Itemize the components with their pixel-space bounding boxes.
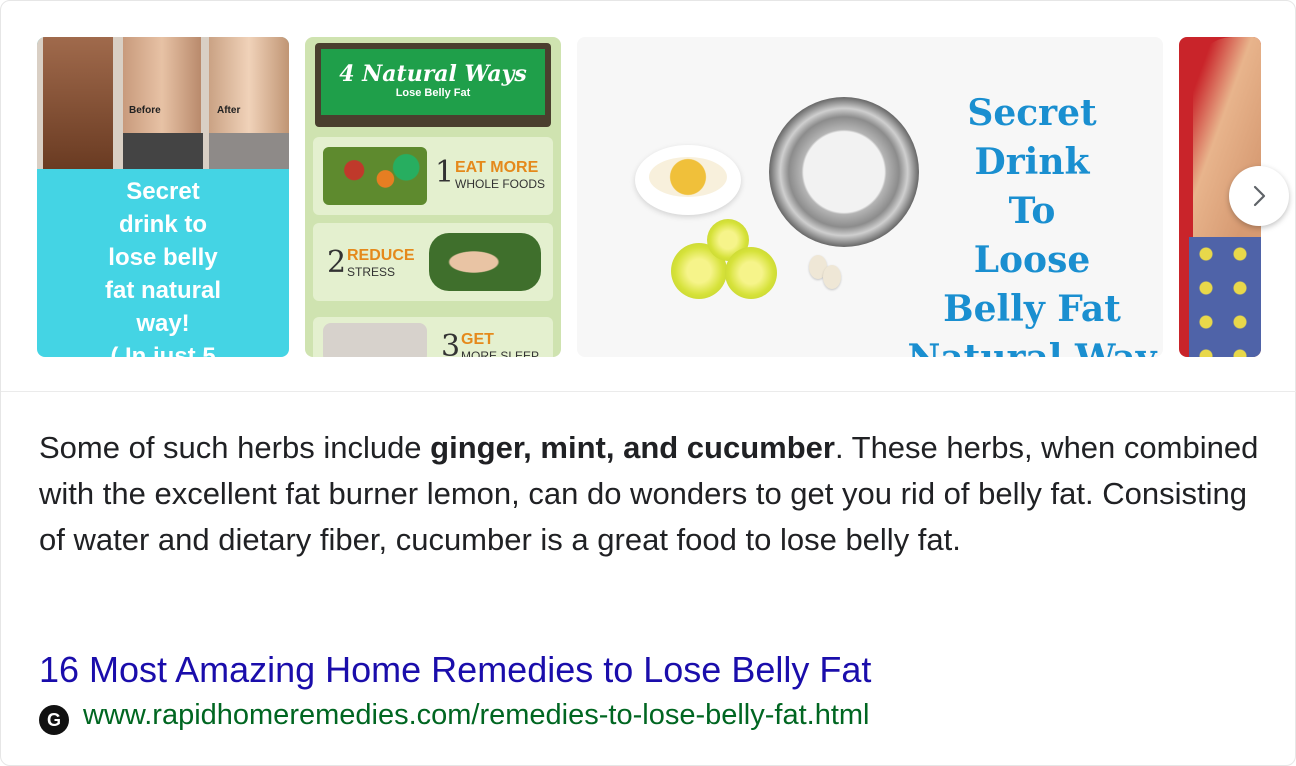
patterned-pants: [1189, 237, 1261, 357]
step-subtitle: STRESS: [347, 265, 396, 279]
step-title: GET: [461, 331, 494, 348]
result-url-link[interactable]: www.rapidhomeremedies.com/remedies-to-lo…: [83, 699, 870, 732]
thumbnail-title: Secret Drink To Loose Belly Fat Natural …: [907, 89, 1157, 357]
before-after-photo: Before After: [37, 37, 289, 169]
caption-line: ( In just 5: [110, 343, 216, 357]
step-subtitle: WHOLE FOODS: [455, 177, 546, 191]
result-title-link[interactable]: 16 Most Amazing Home Remedies to Lose Be…: [39, 649, 871, 691]
step-item: 2 REDUCE STRESS: [313, 223, 553, 301]
banner-subtitle: Lose Belly Fat: [395, 87, 471, 99]
step-subtitle: MORE SLEEP: [461, 349, 540, 357]
meditation-image: [429, 233, 541, 291]
caption-line: Secret: [126, 178, 200, 205]
thumbnail-caption: Secret drink to lose belly fat natural w…: [37, 175, 289, 357]
snippet-bold: ginger, mint, and cucumber: [430, 430, 835, 465]
caption-line: lose belly: [108, 244, 218, 271]
title-line: Natural Way: [907, 334, 1157, 357]
step-title: REDUCE: [347, 247, 415, 264]
banner-title: 4 Natural Ways: [339, 61, 527, 87]
bed-image: [323, 323, 427, 357]
steel-bowl: [769, 97, 919, 247]
caption-line: way!: [136, 310, 190, 337]
drink-glass: [43, 37, 113, 169]
title-line: Loose: [973, 239, 1091, 281]
image-carousel: Before After Secret drink to lose belly …: [37, 37, 1261, 357]
lemon-slice: [725, 247, 777, 299]
before-shorts: [123, 133, 203, 169]
title-line: Secret Drink: [967, 92, 1097, 183]
step-item: 1 EAT MORE WHOLE FOODS: [313, 137, 553, 215]
step-title: EAT MORE: [455, 159, 539, 176]
snippet-before: Some of such herbs include: [39, 430, 431, 465]
after-label: After: [217, 105, 241, 116]
chevron-right-icon: [1253, 185, 1266, 207]
before-label: Before: [129, 105, 161, 116]
divider: [1, 391, 1296, 392]
title-line: Belly Fat: [943, 288, 1121, 330]
tea-cup: [635, 145, 741, 215]
thumbnail-natural-ways[interactable]: 4 Natural Ways Lose Belly Fat 1 EAT MORE…: [305, 37, 561, 357]
caption-line: fat natural: [104, 277, 221, 304]
step-item: 3 GET MORE SLEEP: [313, 317, 553, 357]
garlic-clove: [823, 265, 841, 289]
vegetables-image: [323, 147, 427, 205]
step-number: 1: [435, 155, 455, 190]
thumbnail-secret-drink-lemon[interactable]: Secret Drink To Loose Belly Fat Natural …: [577, 37, 1163, 357]
step-number: 3: [441, 329, 461, 357]
caption-line: drink to: [119, 211, 207, 238]
featured-snippet-card: Before After Secret drink to lose belly …: [0, 0, 1296, 766]
after-shorts: [209, 133, 289, 169]
step-number: 2: [327, 245, 347, 280]
site-favicon: G: [39, 705, 69, 735]
title-line: To: [1008, 190, 1056, 232]
carousel-next-button[interactable]: [1229, 166, 1289, 226]
cup-liquid: [649, 157, 727, 197]
snippet-text: Some of such herbs include ginger, mint,…: [39, 425, 1269, 563]
thumbnail-secret-drink[interactable]: Before After Secret drink to lose belly …: [37, 37, 289, 357]
